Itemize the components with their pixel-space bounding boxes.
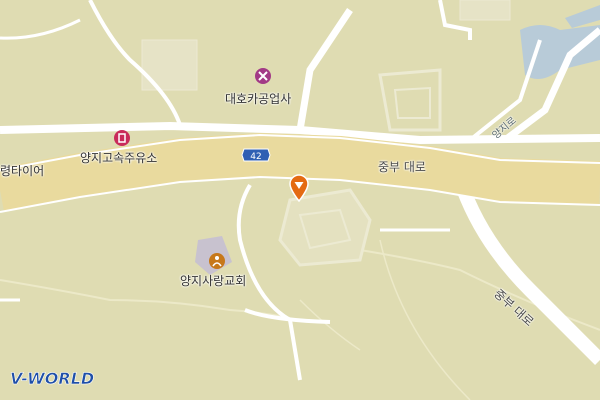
church-icon[interactable] [209, 253, 225, 269]
vworld-logo: V-WORLD [10, 369, 95, 389]
wrench-icon[interactable] [255, 68, 271, 84]
route-shield-number: 42 [250, 152, 261, 162]
gas-pump-icon[interactable] [114, 130, 130, 146]
logo-text: V-WORLD [10, 369, 94, 388]
jungbu-road-label: 중부 대로 [378, 160, 426, 174]
location-pin-icon[interactable] [288, 174, 310, 203]
tire-shop-label[interactable]: 령타이어 [0, 162, 44, 179]
gas-station-label[interactable]: 양지고속주유소 [80, 149, 157, 166]
church-label[interactable]: 양지사랑교회 [180, 272, 246, 289]
route-shield: 42 [241, 148, 271, 162]
map-view[interactable]: 42 V-WORLD 대호카공업사 양지고속주유소 령타이어 양지사랑교회 중부… [0, 0, 600, 400]
repair-shop-label[interactable]: 대호카공업사 [225, 90, 291, 107]
